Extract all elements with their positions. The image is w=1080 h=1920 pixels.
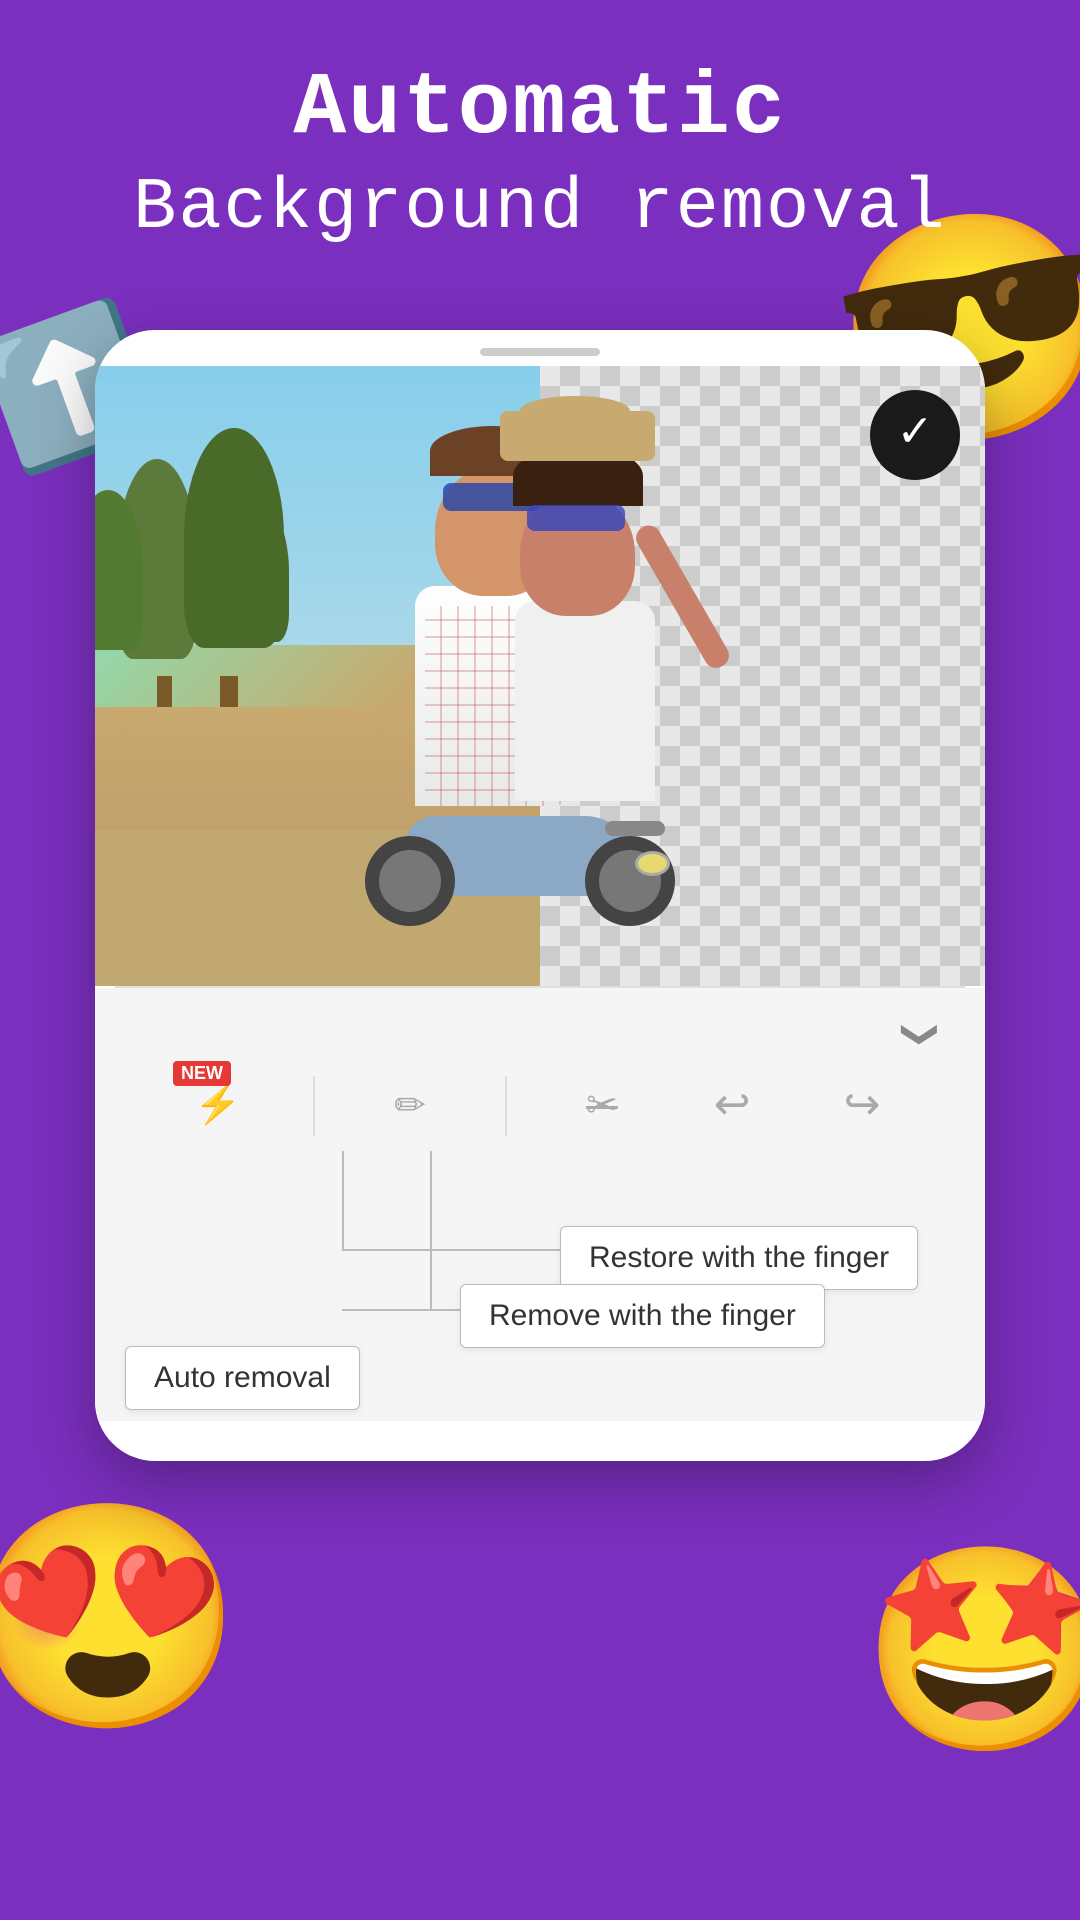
- restore-brush-icon: ✏: [394, 1083, 426, 1130]
- erase-brush-button[interactable]: ✂: [567, 1071, 637, 1141]
- tooltip-line-restore: [342, 1151, 344, 1251]
- restore-tooltip: Restore with the finger: [560, 1226, 918, 1290]
- restore-brush-button[interactable]: ✏: [375, 1071, 445, 1141]
- toolbar-buttons-row: NEW ⚡ ✏ ✂ ↩ ↪: [95, 1061, 985, 1151]
- title-line2: Background removal: [0, 167, 1080, 249]
- emoji-star-icon: 🤩: [861, 1533, 1080, 1780]
- tooltip-auto-container: Auto removal: [125, 1346, 360, 1410]
- title-area: Automatic Background removal: [0, 60, 1080, 249]
- auto-remove-tool-button[interactable]: NEW ⚡: [183, 1071, 253, 1141]
- wand-icon: ⚡: [194, 1083, 241, 1129]
- check-button[interactable]: ✓: [870, 390, 960, 480]
- checkmark-icon: ✓: [897, 413, 934, 457]
- redo-button[interactable]: ↪: [827, 1071, 897, 1141]
- tooltip-h-line-remove: [342, 1309, 462, 1311]
- phone-mockup: ❯ NEW ⚡ ✏ ✂ ↩ ↪: [95, 330, 985, 1461]
- redo-icon: ↪: [844, 1079, 881, 1133]
- chevron-down-icon[interactable]: ❯: [898, 1019, 941, 1049]
- title-line1: Automatic: [0, 60, 1080, 159]
- undo-icon: ↩: [714, 1079, 751, 1133]
- people-scooter: [315, 406, 815, 986]
- undo-button[interactable]: ↩: [697, 1071, 767, 1141]
- phone-notch: [95, 330, 985, 366]
- tooltip-line-remove: [430, 1151, 432, 1311]
- remove-tooltip: Remove with the finger: [460, 1284, 825, 1348]
- tooltip-area: Restore with the finger Remove with the …: [95, 1151, 985, 1411]
- photo-editing-area[interactable]: [95, 366, 985, 986]
- tooltip-remove-container: Remove with the finger: [460, 1284, 825, 1348]
- auto-tooltip: Auto removal: [125, 1346, 360, 1410]
- notch-bar: [480, 348, 600, 356]
- emoji-heart-icon: 😍: [0, 1489, 244, 1760]
- erase-brush-icon: ✂: [586, 1083, 618, 1130]
- dropdown-row: ❯: [95, 1008, 985, 1061]
- tooltip-h-line-restore: [342, 1249, 562, 1251]
- new-badge: NEW: [173, 1061, 231, 1086]
- divider1: [313, 1076, 315, 1136]
- divider2: [505, 1076, 507, 1136]
- toolbar-area: ❯ NEW ⚡ ✏ ✂ ↩ ↪: [95, 988, 985, 1421]
- tooltip-restore-container: Restore with the finger: [560, 1226, 918, 1290]
